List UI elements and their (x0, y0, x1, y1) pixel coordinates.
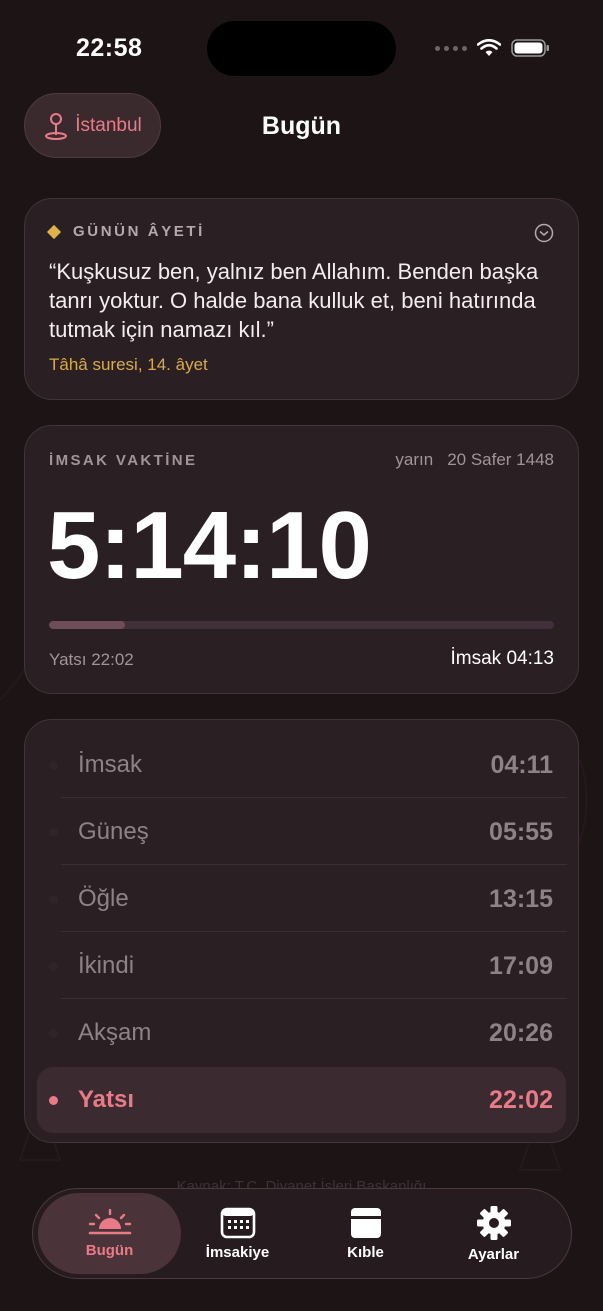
countdown-timer: 5:14:10 (47, 492, 372, 599)
verse-header: GÜNÜN ÂYETİ (46, 223, 205, 240)
verse-title: GÜNÜN ÂYETİ (73, 223, 205, 240)
row-dot (49, 961, 58, 971)
prayer-name: Öğle (78, 885, 129, 912)
tab-label: Kıble (347, 1243, 384, 1261)
countdown-date: yarın 20 Safer 1448 (395, 450, 554, 470)
row-divider (61, 931, 567, 932)
tab-ayarlar[interactable]: Ayarlar (437, 1193, 550, 1274)
next-prayer: İmsak 04:13 (450, 648, 555, 669)
prayer-row-imsak[interactable]: İmsak 04:11 (37, 732, 567, 798)
countdown-progress-fill (49, 621, 125, 629)
prayer-row-gunes[interactable]: Güneş 05:55 (37, 799, 567, 865)
prayer-time: 17:09 (489, 951, 553, 980)
status-time: 22:58 (76, 34, 143, 62)
prayer-name: İkindi (78, 952, 135, 979)
verse-text: “Kuşkusuz ben, yalnız ben Allahım. Bende… (49, 259, 539, 342)
row-dot (49, 1028, 58, 1038)
prayer-name: Akşam (78, 1019, 152, 1046)
tab-imsakiye[interactable]: İmsakiye (181, 1193, 294, 1274)
row-dot (49, 894, 58, 904)
prayer-row-ikindi[interactable]: İkindi 17:09 (37, 933, 567, 999)
signal-icon (435, 45, 467, 51)
prayer-row-yatsi[interactable]: Yatsı 22:02 (37, 1067, 566, 1133)
row-dot (49, 827, 58, 837)
tab-kible[interactable]: Kıble (309, 1193, 422, 1274)
prayer-times-card: İmsak 04:11 Güneş 05:55 Öğle 13:15 İkind… (24, 719, 579, 1143)
sunrise-icon (88, 1208, 131, 1234)
prayer-time: 13:15 (489, 884, 553, 913)
page-title: Bugün (261, 112, 342, 140)
active-row-dot (49, 1095, 58, 1105)
chevron-down-icon[interactable] (534, 223, 554, 243)
tab-label: Ayarlar (467, 1245, 520, 1263)
row-dot (49, 760, 58, 770)
gear-icon (476, 1205, 511, 1240)
prayer-time: 05:55 (489, 817, 553, 846)
tab-label: Bugün (85, 1241, 134, 1259)
previous-prayer: Yatsı 22:02 (49, 650, 134, 669)
prayer-time: 22:02 (489, 1085, 553, 1114)
verse-card: GÜNÜN ÂYETİ “Kuşkusuz ben, yalnız ben Al… (24, 198, 579, 400)
battery-icon (511, 39, 549, 57)
status-icons (435, 38, 551, 58)
kaaba-icon (350, 1207, 381, 1238)
calendar-icon (220, 1207, 255, 1238)
row-divider (61, 998, 567, 999)
row-divider (61, 864, 567, 865)
tab-bugun[interactable]: Bugün (38, 1193, 181, 1274)
hijri-date: 20 Safer 1448 (447, 450, 554, 469)
dynamic-island (207, 21, 396, 76)
tab-label: İmsakiye (205, 1243, 270, 1261)
countdown-card: İMSAK VAKTİNE yarın 20 Safer 1448 5:14:1… (24, 425, 579, 694)
prayer-name: İmsak (78, 751, 143, 778)
diamond-icon (46, 224, 62, 239)
countdown-progress-track (49, 621, 554, 629)
countdown-label: İMSAK VAKTİNE (49, 452, 198, 469)
wifi-icon (477, 39, 501, 56)
prayer-name: Yatsı (78, 1086, 135, 1113)
tab-bar: Bugün İmsakiye Kıble Ayarlar (32, 1188, 572, 1279)
countdown-day: yarın (395, 450, 434, 469)
prayer-row-ogle[interactable]: Öğle 13:15 (37, 866, 567, 932)
row-divider (61, 797, 567, 798)
prayer-time: 20:26 (489, 1018, 553, 1047)
prayer-name: Güneş (78, 818, 149, 845)
prayer-row-aksam[interactable]: Akşam 20:26 (37, 1000, 566, 1066)
prayer-time: 04:11 (490, 750, 553, 779)
verse-source: Tâhâ suresi, 14. âyet (49, 355, 208, 374)
